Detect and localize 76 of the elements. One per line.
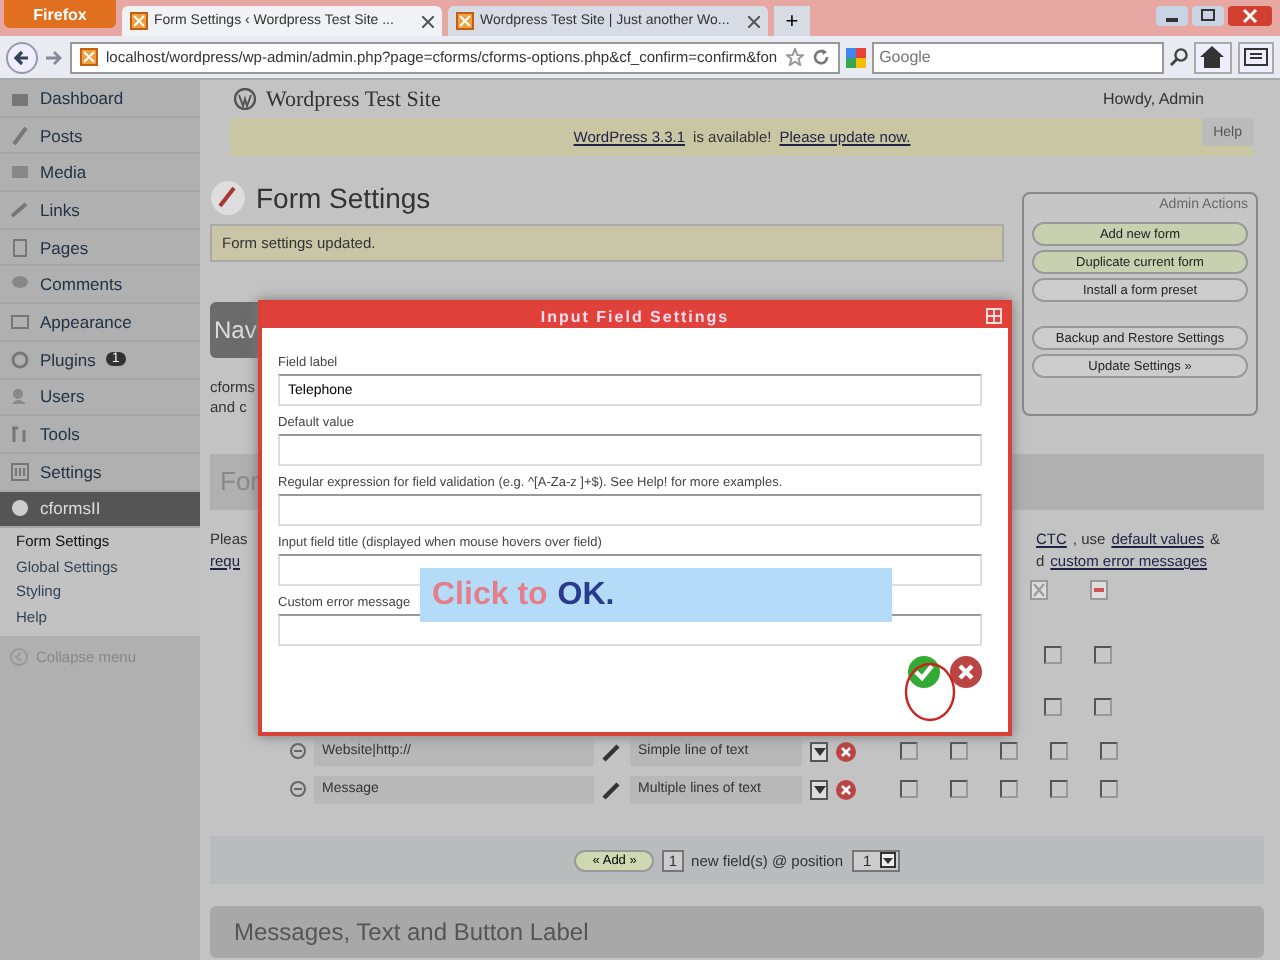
checkbox[interactable] — [1044, 697, 1062, 715]
checkbox[interactable] — [950, 742, 968, 760]
dropdown-button[interactable] — [810, 779, 828, 799]
page-icon — [456, 12, 474, 30]
menu-icon — [1243, 46, 1268, 68]
checkbox[interactable] — [1094, 645, 1112, 663]
forward-icon — [44, 47, 64, 67]
checkbox[interactable] — [900, 742, 918, 760]
cancel-icon — [950, 656, 982, 688]
checkbox[interactable] — [1050, 742, 1068, 760]
sidebar-item[interactable]: Appearance — [0, 304, 200, 342]
drag-handle-icon — [290, 742, 306, 760]
users-icon — [10, 386, 30, 407]
back-icon — [6, 41, 38, 73]
new-tab-button[interactable]: + — [774, 6, 810, 36]
page-icon — [10, 237, 30, 258]
sidebar-item[interactable]: Pages — [0, 229, 200, 267]
checkbox[interactable] — [1094, 697, 1112, 715]
star-icon — [785, 48, 804, 66]
menu-button[interactable] — [1237, 41, 1274, 73]
highlight-ring — [904, 662, 956, 722]
checkbox[interactable] — [1044, 645, 1062, 663]
tools-icon — [10, 424, 30, 445]
reload-icon — [811, 48, 830, 66]
checkbox[interactable] — [1100, 780, 1118, 798]
checkbox[interactable] — [950, 780, 968, 798]
dropdown-button[interactable] — [810, 741, 828, 761]
sidebar-item[interactable]: Comments — [0, 266, 200, 305]
drag-handle-icon — [290, 780, 306, 798]
search-engine-icon — [845, 47, 866, 67]
checkbox[interactable] — [1100, 742, 1118, 760]
checkbox[interactable] — [1000, 742, 1018, 760]
sidebar-item[interactable]: Posts — [0, 117, 200, 155]
panel-title: Nav — [214, 316, 257, 344]
caret-icon — [813, 747, 825, 755]
sidebar-item[interactable]: cformsII — [0, 491, 200, 529]
media-icon — [10, 162, 30, 183]
checkbox-column-icon — [1030, 580, 1048, 600]
restore-icon — [1192, 6, 1224, 26]
caret-icon — [813, 785, 825, 793]
settings-icon — [10, 461, 30, 482]
home-button[interactable] — [1194, 41, 1232, 73]
sidebar-item[interactable]: Tools — [0, 416, 200, 454]
text-field[interactable] — [278, 434, 982, 466]
user-greeting[interactable]: Howdy, Admin — [1102, 90, 1204, 108]
home-icon — [1200, 46, 1225, 68]
sidebar-item[interactable]: Media — [0, 154, 200, 193]
panel-title: Messages, Text and Button Label — [234, 918, 589, 946]
sidebar-item[interactable]: Users — [0, 379, 200, 417]
dialog-title: Input Field Settings — [540, 307, 730, 325]
callout-text: Click to — [432, 577, 548, 613]
close-icon — [748, 15, 760, 27]
search-icon — [1170, 48, 1189, 66]
caret-icon — [879, 852, 896, 868]
checkbox[interactable] — [900, 780, 918, 798]
page-title: Form Settings — [256, 182, 431, 214]
page-icon — [80, 48, 98, 66]
confirm-icon — [908, 656, 940, 688]
close-icon — [1228, 6, 1272, 26]
checkbox[interactable] — [1050, 780, 1068, 798]
resize-icon — [986, 308, 1002, 324]
sidebar-item[interactable]: Links — [0, 192, 200, 230]
minimize-icon — [1156, 6, 1188, 26]
page-icon — [130, 12, 148, 30]
delete-icon — [836, 741, 856, 761]
search-field[interactable]: Google — [871, 41, 1165, 73]
site-title: Wordpress Test Site — [266, 87, 441, 111]
callout-emphasis: OK. — [557, 577, 615, 613]
pencil-icon — [210, 180, 246, 216]
sidebar-item[interactable]: Dashboard — [0, 80, 200, 118]
required-column-icon — [1090, 580, 1108, 600]
text-field[interactable] — [278, 494, 982, 526]
close-icon — [422, 15, 434, 27]
delete-icon — [836, 779, 856, 799]
checkbox[interactable] — [1000, 780, 1018, 798]
logo-icon — [234, 88, 256, 110]
